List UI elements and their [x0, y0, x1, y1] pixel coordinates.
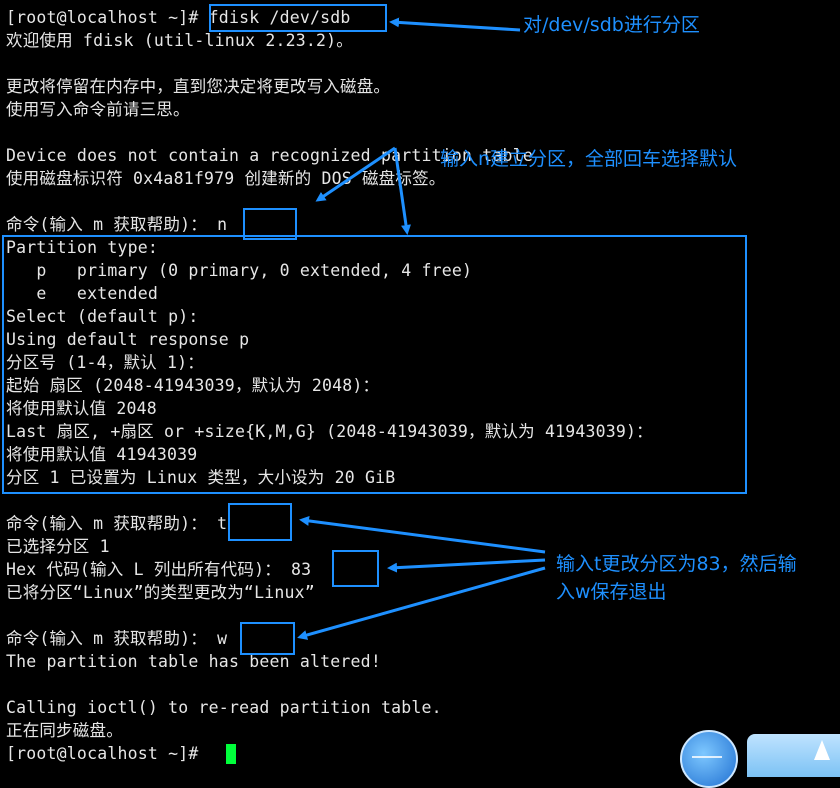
arrow-to-n — [315, 146, 396, 202]
annotation-change-type-line2: 入w保存退出 — [556, 581, 667, 603]
arrow-to-partition-box — [393, 147, 411, 235]
sail-icon — [814, 740, 830, 760]
floating-assistant-icon[interactable] — [680, 730, 738, 788]
assistant-icon-line — [692, 756, 722, 758]
floating-weather-widget[interactable] — [747, 734, 840, 777]
annotation-fdisk: 对/dev/sdb进行分区 — [523, 14, 700, 36]
arrow-to-fdisk — [389, 17, 521, 32]
arrow-to-83 — [387, 558, 546, 573]
annotation-new-partition: 输入n建立分区，全部回车选择默认 — [440, 148, 738, 170]
arrow-to-w — [297, 566, 546, 640]
terminal-window[interactable]: [root@localhost ~]# fdisk /dev/sdb 欢迎使用 … — [0, 0, 840, 788]
annotation-change-type-line1: 输入t更改分区为83，然后输 — [556, 553, 797, 575]
annotation-arrows — [297, 17, 546, 640]
arrow-to-t — [299, 515, 546, 554]
